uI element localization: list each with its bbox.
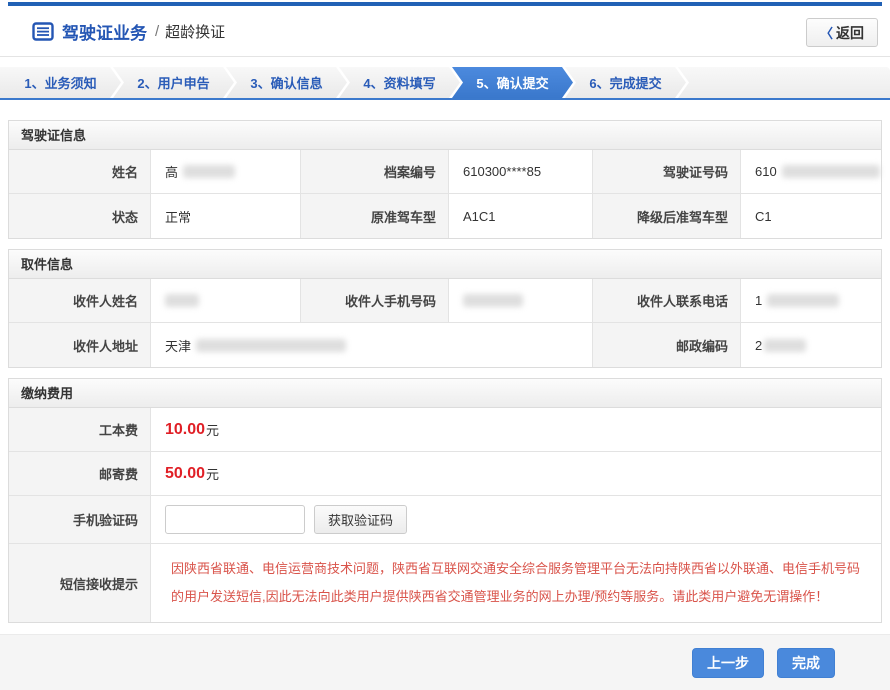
sms-notice-label: 短信接收提示 <box>9 544 151 622</box>
table-row: 收件人地址 天津 邮政编码 2 <box>9 323 881 367</box>
step-6-finish: 6、完成提交 <box>565 67 686 98</box>
recipient-phone-label: 收件人联系电话 <box>593 279 741 322</box>
redacted-value <box>463 294 523 307</box>
back-button-label: 返回 <box>836 23 864 43</box>
postage-fee-label: 邮寄费 <box>9 452 151 495</box>
orig-class-value: A1C1 <box>449 194 593 238</box>
footer-actions: 上一步 完成 <box>0 634 890 690</box>
sms-code-row: 手机验证码 获取验证码 <box>9 496 881 544</box>
postage-fee-unit: 元 <box>206 464 219 483</box>
step-wizard: 1、业务须知 2、用户申告 3、确认信息 4、资料填写 5、确认提交 6、完成提… <box>0 67 890 100</box>
license-no-label: 驾驶证号码 <box>593 150 741 193</box>
production-fee-value: 10.00元 <box>151 408 881 451</box>
status-value: 正常 <box>151 194 301 238</box>
license-info-title: 驾驶证信息 <box>9 121 881 150</box>
license-info-section: 驾驶证信息 姓名 高 档案编号 610300****85 驾驶证号码 610 状… <box>8 120 882 239</box>
status-label: 状态 <box>9 194 151 238</box>
breadcrumb-current: 超龄换证 <box>165 21 225 42</box>
recipient-mobile-label: 收件人手机号码 <box>301 279 449 322</box>
file-no-value: 610300****85 <box>449 150 593 193</box>
pickup-info-section: 取件信息 收件人姓名 收件人手机号码 收件人联系电话 1 收件人地址 天津 邮政… <box>8 249 882 368</box>
downgraded-class-label: 降级后准驾车型 <box>593 194 741 238</box>
previous-step-button[interactable]: 上一步 <box>692 648 764 678</box>
postal-code-label: 邮政编码 <box>593 323 741 367</box>
page-header: 驾驶证业务 / 超龄换证 〈 返回 <box>0 6 890 57</box>
page-title: 驾驶证业务 <box>62 19 147 44</box>
postage-fee-value: 50.00元 <box>151 452 881 495</box>
recipient-phone-value: 1 <box>741 279 881 322</box>
recipient-name-value <box>151 279 301 322</box>
chevron-left-icon: 〈 <box>820 23 833 42</box>
production-fee-amount: 10.00 <box>165 421 205 439</box>
recipient-address-label: 收件人地址 <box>9 323 151 367</box>
orig-class-label: 原准驾车型 <box>301 194 449 238</box>
sms-code-cell: 获取验证码 <box>151 496 881 543</box>
redacted-value <box>782 165 880 178</box>
name-label: 姓名 <box>9 150 151 193</box>
sms-notice-text: 因陕西省联通、电信运营商技术问题，陕西省互联网交通安全综合服务管理平台无法向持陕… <box>161 544 881 622</box>
sms-notice-row: 短信接收提示 因陕西省联通、电信运营商技术问题，陕西省互联网交通安全综合服务管理… <box>9 544 881 622</box>
get-sms-code-button[interactable]: 获取验证码 <box>314 505 407 534</box>
payment-title: 缴纳费用 <box>9 379 881 408</box>
recipient-mobile-value <box>449 279 593 322</box>
pickup-info-title: 取件信息 <box>9 250 881 279</box>
step-5-confirm-submit-active: 5、确认提交 <box>452 67 573 98</box>
production-fee-row: 工本费 10.00元 <box>9 408 881 452</box>
step-2-declare: 2、用户申告 <box>113 67 234 98</box>
back-button[interactable]: 〈 返回 <box>806 18 878 47</box>
production-fee-unit: 元 <box>206 420 219 439</box>
license-no-value: 610 <box>741 150 881 193</box>
redacted-value <box>196 339 346 352</box>
file-no-label: 档案编号 <box>301 150 449 193</box>
recipient-name-label: 收件人姓名 <box>9 279 151 322</box>
downgraded-class-value: C1 <box>741 194 881 238</box>
sms-notice-cell: 因陕西省联通、电信运营商技术问题，陕西省互联网交通安全综合服务管理平台无法向持陕… <box>151 544 881 622</box>
redacted-value <box>165 294 199 307</box>
name-value: 高 <box>151 150 301 193</box>
production-fee-label: 工本费 <box>9 408 151 451</box>
breadcrumb-divider: / <box>155 23 159 40</box>
step-4-fill-data: 4、资料填写 <box>339 67 460 98</box>
postal-code-value: 2 <box>741 323 881 367</box>
postage-fee-row: 邮寄费 50.00元 <box>9 452 881 496</box>
step-1-notice: 1、业务须知 <box>0 67 121 98</box>
sms-code-label: 手机验证码 <box>9 496 151 543</box>
redacted-value <box>183 165 235 178</box>
recipient-address-value: 天津 <box>151 323 593 367</box>
redacted-value <box>764 339 806 352</box>
table-row: 状态 正常 原准驾车型 A1C1 降级后准驾车型 C1 <box>9 194 881 238</box>
redacted-value <box>767 294 839 307</box>
step-3-confirm-info: 3、确认信息 <box>226 67 347 98</box>
finish-button[interactable]: 完成 <box>777 648 835 678</box>
sms-code-input[interactable] <box>165 505 305 534</box>
table-row: 收件人姓名 收件人手机号码 收件人联系电话 1 <box>9 279 881 323</box>
table-row: 姓名 高 档案编号 610300****85 驾驶证号码 610 <box>9 150 881 194</box>
step-bar-filler <box>678 67 890 98</box>
postage-fee-amount: 50.00 <box>165 465 205 483</box>
license-menu-icon <box>32 22 54 41</box>
payment-section: 缴纳费用 工本费 10.00元 邮寄费 50.00元 手机验证码 获取验证码 短… <box>8 378 882 623</box>
